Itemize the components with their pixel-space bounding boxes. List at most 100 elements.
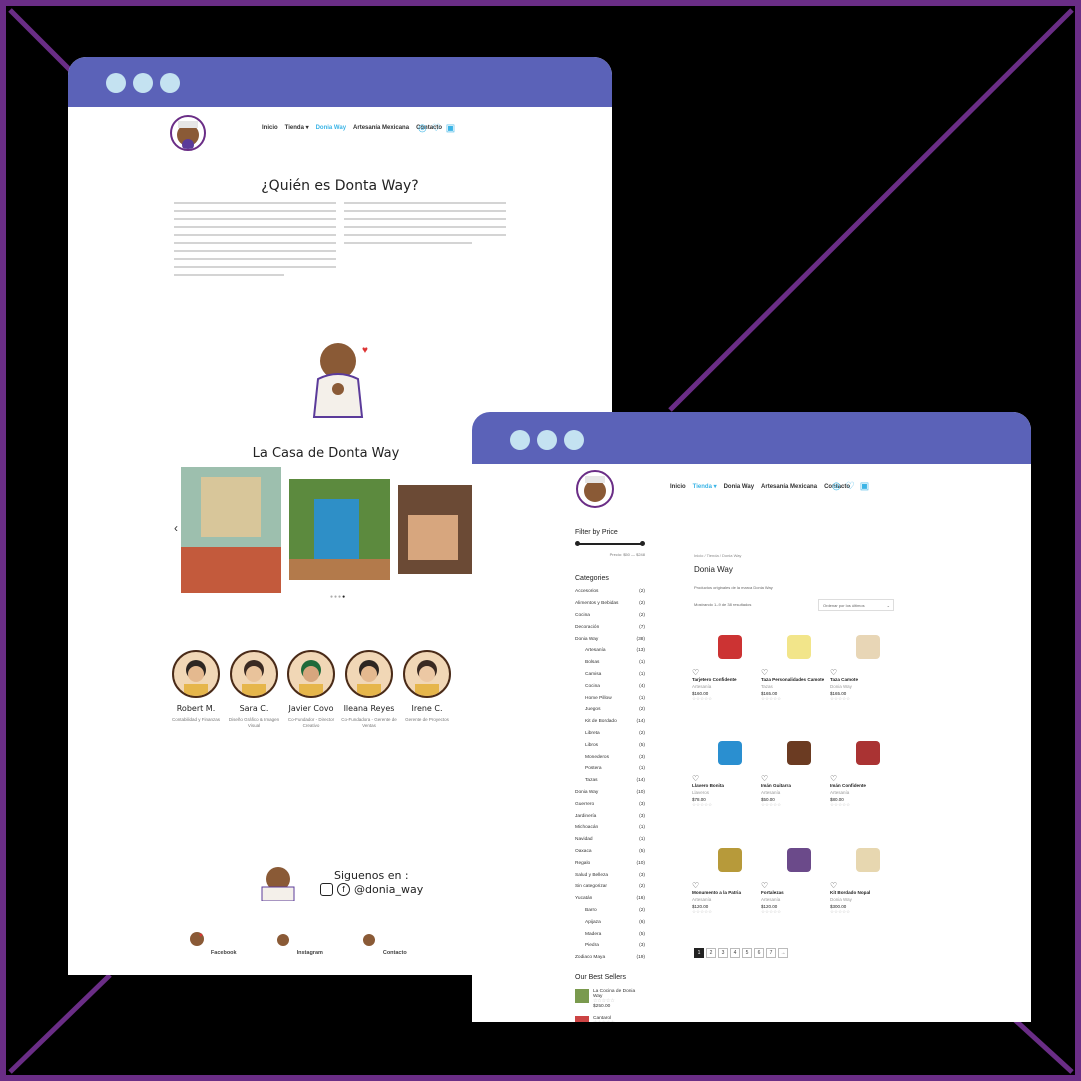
- avatar: [230, 650, 278, 698]
- wishlist-heart-icon[interactable]: ♡: [692, 774, 699, 783]
- product-card[interactable]: ♡ Taza Camote Donia Way $165.00 ☆☆☆☆☆: [830, 625, 894, 702]
- site-logo[interactable]: [576, 470, 614, 508]
- product-card[interactable]: ♡ Monumento a la Patria Artesanía $120.00 ☆☆…: [692, 838, 756, 915]
- nav-item[interactable]: Tienda ▾: [285, 124, 309, 131]
- product-card[interactable]: ♡ Taza Personalidades Camote Tazas $165.00 ☆…: [761, 625, 825, 702]
- wishlist-heart-icon[interactable]: ♡: [830, 881, 837, 890]
- page-link[interactable]: 5: [742, 948, 752, 958]
- category-item[interactable]: Libreta (2): [575, 728, 645, 740]
- product-card[interactable]: ♡ Tarjetero Confidente Artesanía $160.00 ☆☆☆…: [692, 625, 756, 702]
- best-seller-item[interactable]: Cantarol ☆☆☆☆☆: [575, 1015, 645, 1022]
- sort-select[interactable]: Ordenar por los últimos ⌄: [818, 599, 894, 611]
- page-link[interactable]: 1: [694, 948, 704, 958]
- category-item[interactable]: Donia Way (10): [575, 787, 645, 799]
- wishlist-heart-icon[interactable]: ♡: [830, 668, 837, 677]
- category-item[interactable]: Tazas (14): [575, 775, 645, 787]
- footer-facebook[interactable]: ♥ Facebook: [181, 930, 241, 956]
- category-item[interactable]: Camisa (1): [575, 669, 645, 681]
- category-item[interactable]: Bolsas (1): [575, 657, 645, 669]
- nav-item[interactable]: Inicio: [670, 484, 686, 490]
- price-slider[interactable]: [575, 539, 645, 549]
- category-item[interactable]: Libros (5): [575, 739, 645, 751]
- facebook-icon[interactable]: f: [337, 883, 350, 896]
- product-rating: ☆☆☆☆☆: [692, 909, 713, 914]
- slider-handle-min[interactable]: [575, 541, 580, 546]
- category-item[interactable]: Piedra (3): [575, 940, 645, 952]
- category-item[interactable]: Yucatán (16): [575, 893, 645, 905]
- wishlist-heart-icon[interactable]: ♡: [830, 774, 837, 783]
- category-count: (1): [639, 837, 645, 843]
- category-item[interactable]: Monederos (3): [575, 751, 645, 763]
- page-link[interactable]: 4: [730, 948, 740, 958]
- category-item[interactable]: Decoración (7): [575, 621, 645, 633]
- product-card[interactable]: ♡ Imán Guitarra Artesanía $50.00 ☆☆☆☆☆: [761, 731, 825, 808]
- footer-contacto[interactable]: Contacto: [352, 930, 412, 956]
- slider-handle-max[interactable]: [640, 541, 645, 546]
- category-item[interactable]: Kit de Bordado (14): [575, 716, 645, 728]
- product-category: Artesanía: [830, 790, 850, 795]
- page-link[interactable]: 6: [754, 948, 764, 958]
- category-item[interactable]: Home Pillow (1): [575, 692, 645, 704]
- product-card[interactable]: ♡ Llavero Bonita Llaveros $78.00 ☆☆☆☆☆: [692, 731, 756, 808]
- category-count: (1): [639, 825, 645, 831]
- category-item[interactable]: Madera (5): [575, 928, 645, 940]
- avatar: [172, 650, 220, 698]
- product-rating: ☆☆☆☆☆: [761, 696, 782, 701]
- user-icon[interactable]: ◎: [832, 481, 841, 492]
- category-name: Juegos: [585, 707, 601, 713]
- product-category: Artesanía: [692, 684, 712, 689]
- nav-item[interactable]: Donia Way: [316, 125, 346, 131]
- heart-icon[interactable]: ♡: [432, 123, 441, 134]
- category-item[interactable]: Donia Way (38): [575, 633, 645, 645]
- carousel-dots[interactable]: ●●●●: [330, 594, 346, 600]
- category-item[interactable]: Sin categorizar (2): [575, 881, 645, 893]
- category-item[interactable]: Zodiaco Maya (19): [575, 952, 645, 964]
- category-item[interactable]: Barro (2): [575, 905, 645, 917]
- carousel-prev-arrow[interactable]: ‹: [174, 521, 178, 535]
- heart-icon[interactable]: ♡: [846, 481, 855, 492]
- instagram-handle[interactable]: @donia_way: [354, 883, 423, 896]
- category-item[interactable]: Regalo (10): [575, 857, 645, 869]
- category-item[interactable]: Postera (1): [575, 763, 645, 775]
- category-item[interactable]: Michoacán (1): [575, 822, 645, 834]
- category-item[interactable]: Alimentos y Bebidas (2): [575, 598, 645, 610]
- page-link[interactable]: 2: [706, 948, 716, 958]
- page-link[interactable]: →: [778, 948, 788, 958]
- category-item[interactable]: Juegos (2): [575, 704, 645, 716]
- nav-item[interactable]: Artesanía Mexicana: [761, 484, 817, 490]
- nav-item[interactable]: Artesanía Mexicana: [353, 125, 409, 131]
- cart-icon[interactable]: ▣: [446, 123, 455, 134]
- footer-instagram[interactable]: Instagram: [267, 930, 327, 956]
- category-item[interactable]: Accesorios (2): [575, 586, 645, 598]
- category-item[interactable]: Salud y Belleza (3): [575, 869, 645, 881]
- category-item[interactable]: Artesanía (13): [575, 645, 645, 657]
- instagram-icon[interactable]: [320, 883, 333, 896]
- nav-item[interactable]: Tienda ▾: [693, 483, 717, 490]
- wishlist-heart-icon[interactable]: ♡: [692, 668, 699, 677]
- product-card[interactable]: ♡ Kit Bordado Nopal Donia Way $300.00 ☆☆☆☆☆: [830, 838, 894, 915]
- wishlist-heart-icon[interactable]: ♡: [692, 881, 699, 890]
- product-card[interactable]: ♡ Fortalezas Artesanía $120.00 ☆☆☆☆☆: [761, 838, 825, 915]
- page-link[interactable]: 7: [766, 948, 776, 958]
- site-logo[interactable]: [170, 115, 206, 151]
- category-item[interactable]: Oaxaca (5): [575, 846, 645, 858]
- wishlist-heart-icon[interactable]: ♡: [761, 774, 768, 783]
- product-image: [718, 848, 743, 872]
- cart-icon[interactable]: ▣: [860, 481, 869, 492]
- category-item[interactable]: Cocina (4): [575, 680, 645, 692]
- user-icon[interactable]: ◎: [418, 123, 427, 134]
- category-count: (2): [639, 907, 645, 913]
- category-item[interactable]: Apijaza (6): [575, 916, 645, 928]
- product-card[interactable]: ♡ Imán Confidente Artesanía $80.00 ☆☆☆☆☆: [830, 731, 894, 808]
- page-link[interactable]: 3: [718, 948, 728, 958]
- category-item[interactable]: Cocina (2): [575, 610, 645, 622]
- nav-item[interactable]: Donia Way: [724, 484, 754, 490]
- best-seller-item[interactable]: La Cocina de Donia Way ☆☆☆☆☆ $250.00: [575, 988, 645, 1009]
- wishlist-heart-icon[interactable]: ♡: [761, 881, 768, 890]
- category-item[interactable]: Guerrero (3): [575, 798, 645, 810]
- category-item[interactable]: Navidad (1): [575, 834, 645, 846]
- wishlist-heart-icon[interactable]: ♡: [761, 668, 768, 677]
- nav-item[interactable]: Inicio: [262, 125, 278, 131]
- category-item[interactable]: Jardinería (3): [575, 810, 645, 822]
- breadcrumb[interactable]: Inicio / Tienda / Donia Way: [694, 553, 741, 558]
